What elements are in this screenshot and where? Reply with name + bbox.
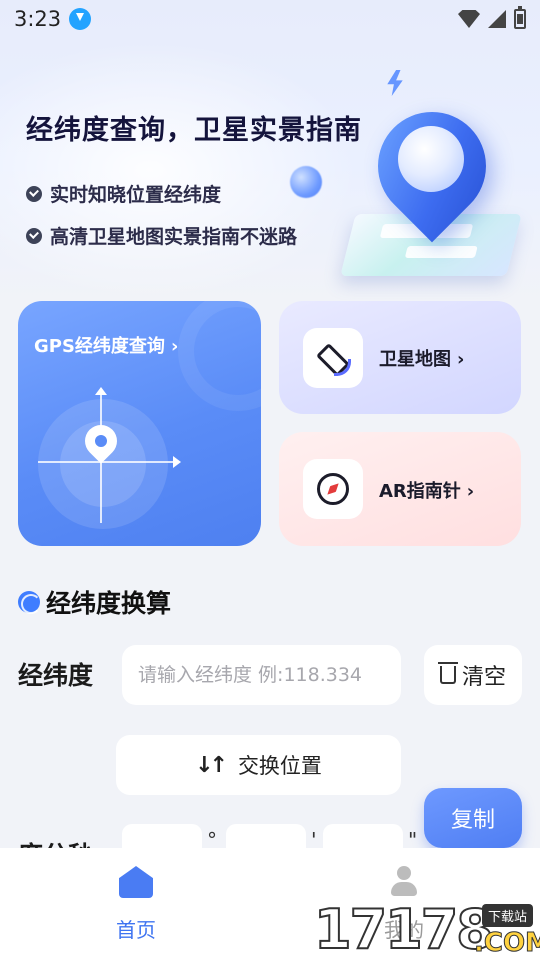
tab-home-label: 首页	[116, 918, 156, 942]
copy-label: 复制	[450, 808, 495, 833]
user-icon	[389, 866, 419, 898]
clear-button[interactable]: 清空	[424, 645, 522, 705]
hero-banner	[0, 0, 540, 300]
status-icons	[458, 6, 526, 29]
status-time: 3:23	[14, 7, 62, 31]
site-watermark: 17178 下载站 .COM	[313, 897, 540, 960]
ar-compass-card[interactable]: AR指南针 ›	[279, 432, 521, 546]
check-icon	[26, 185, 42, 202]
chevron-right-icon: ›	[170, 336, 179, 357]
tab-home[interactable]: 首页	[94, 866, 178, 943]
watermark-digits: 17178	[313, 897, 495, 960]
chevron-right-icon: ›	[457, 349, 465, 370]
satellite-map-text: 卫星地图	[379, 349, 451, 370]
watermark-suffix: .COM	[474, 928, 540, 959]
satellite-icon-tile	[303, 328, 363, 388]
lightning-icon	[387, 70, 403, 96]
axis-horizontal-arrow	[38, 456, 181, 468]
converter-section-title: 经纬度换算	[18, 584, 171, 620]
compass-icon	[317, 473, 349, 505]
swap-label: 交换位置	[237, 754, 322, 778]
status-bar: 3:23	[0, 0, 540, 38]
lnglat-input[interactable]	[122, 645, 401, 705]
hero-feature: 高清卫星地图实景指南不迷路	[26, 222, 297, 249]
converter-title-text: 经纬度换算	[46, 589, 172, 618]
home-icon	[119, 866, 153, 898]
hero-feature-text: 实时知晓位置经纬度	[50, 184, 222, 206]
globe-icon	[18, 591, 41, 614]
copy-button[interactable]: 复制	[424, 788, 522, 848]
radar-rings	[38, 399, 168, 529]
hero-title: 经纬度查询，卫星实景指南	[26, 115, 362, 146]
wifi-icon	[458, 10, 480, 28]
ar-compass-label: AR指南针 ›	[379, 477, 474, 503]
battery-icon	[514, 6, 526, 29]
satellite-map-card[interactable]: 卫星地图 ›	[279, 301, 521, 414]
swap-button[interactable]: ↓↑ 交换位置	[116, 735, 401, 795]
signal-icon	[488, 10, 506, 28]
compass-icon-tile	[303, 459, 363, 519]
trash-icon	[437, 662, 458, 684]
card-decoration	[178, 301, 261, 411]
gps-query-label: GPS经纬度查询	[34, 336, 165, 357]
check-icon	[26, 227, 42, 244]
download-icon	[69, 8, 92, 30]
satellite-map-label: 卫星地图 ›	[379, 345, 464, 371]
hero-feature-text: 高清卫星地图实景指南不迷路	[50, 226, 298, 248]
chevron-right-icon: ›	[466, 481, 475, 502]
orb-decoration	[290, 166, 322, 198]
swap-arrows-icon: ↓↑	[195, 752, 228, 778]
gps-query-title[interactable]: GPS经纬度查询 ›	[34, 332, 178, 358]
lnglat-label: 经纬度	[18, 661, 94, 690]
satellite-icon	[318, 343, 351, 376]
clear-label: 清空	[461, 665, 506, 690]
location-pin-center	[398, 126, 464, 192]
watermark-tag: 下载站	[482, 904, 534, 927]
hero-feature: 实时知晓位置经纬度	[26, 180, 221, 207]
ar-compass-text: AR指南针	[379, 481, 461, 502]
